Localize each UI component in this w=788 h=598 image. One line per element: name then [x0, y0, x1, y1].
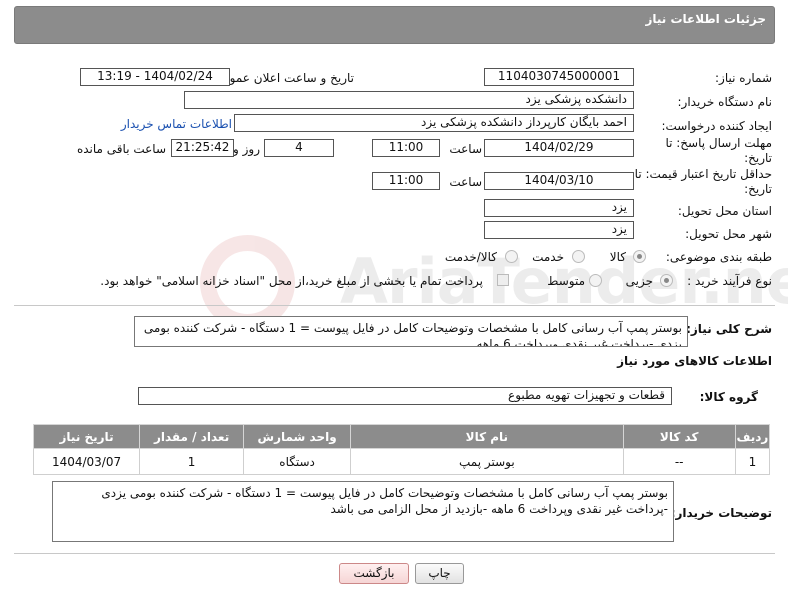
- description-label: شرح کلی نیاز:: [686, 322, 772, 336]
- price-validity-label: حداقل تاریخ اعتبار قیمت: تا تاریخ:: [634, 167, 772, 196]
- deadline-label: مهلت ارسال پاسخ: تا تاریخ:: [665, 136, 772, 165]
- price-time-field: 11:00: [372, 172, 440, 190]
- process-option-minor: جزیی: [625, 274, 653, 288]
- deadline-time-field: 11:00: [372, 139, 440, 157]
- cell-unit: دستگاه: [243, 448, 352, 475]
- buyer-org-field: دانشکده پزشکی یزد: [184, 91, 634, 109]
- category-option-goods: کالا: [609, 250, 626, 264]
- col-unit-header: واحد شمارش: [243, 424, 352, 449]
- cell-code: --: [622, 448, 736, 475]
- process-radio-medium[interactable]: [589, 274, 602, 287]
- process-label: نوع فرآیند خرید :: [687, 274, 772, 288]
- remaining-time-label: ساعت باقی مانده: [76, 142, 166, 156]
- province-label: استان محل تحویل:: [677, 204, 772, 218]
- announce-label: تاریخ و ساعت اعلان عمومی:: [209, 71, 354, 85]
- category-option-both: کالا/خدمت: [444, 250, 497, 264]
- col-date-header: تاریخ نیاز: [32, 424, 141, 449]
- city-field: یزد: [484, 221, 634, 239]
- divider: [14, 553, 775, 554]
- days-label: روز و: [233, 142, 260, 156]
- col-row-header: ردیف: [734, 424, 771, 449]
- province-field: یزد: [484, 199, 634, 217]
- back-button[interactable]: بازگشت: [339, 563, 409, 584]
- category-radio-service[interactable]: [572, 250, 585, 263]
- process-option-medium: متوسط: [547, 274, 585, 288]
- requester-label: ایجاد کننده درخواست:: [661, 119, 772, 133]
- announce-field: 1404/02/24 - 13:19: [80, 68, 230, 86]
- payment-note: پرداخت تمام یا بخشی از مبلغ خرید،از محل …: [100, 274, 483, 288]
- deadline-time-label: ساعت: [449, 142, 482, 156]
- goods-table: ردیف کد کالا نام کالا واحد شمارش تعداد /…: [32, 424, 771, 475]
- category-label: طبقه بندی موضوعی:: [665, 250, 772, 264]
- col-name-header: نام کالا: [350, 424, 624, 449]
- cell-date: 1404/03/07: [32, 448, 141, 475]
- city-label: شهر محل تحویل:: [685, 227, 772, 241]
- goods-group-field: قطعات و تجهیزات تهویه مطبوع: [138, 387, 672, 405]
- days-remaining-field: 4: [264, 139, 334, 157]
- table-row: 1 -- بوستر پمپ دستگاه 1 1404/03/07: [32, 448, 771, 475]
- page-title: جزئیات اطلاعات نیاز: [645, 12, 766, 26]
- category-option-service: خدمت: [532, 250, 564, 264]
- goods-group-label: گروه کالا:: [699, 390, 758, 404]
- buyer-org-label: نام دستگاه خریدار:: [677, 95, 773, 109]
- col-qty-header: تعداد / مقدار: [139, 424, 245, 449]
- payment-checkbox[interactable]: [497, 274, 509, 286]
- requester-field: احمد بایگان کارپرداز دانشکده پزشکی یزد: [234, 114, 634, 132]
- cell-row: 1: [734, 448, 771, 475]
- goods-section-title: اطلاعات کالاهای مورد نیاز: [617, 354, 772, 368]
- need-number-label: شماره نیاز:: [715, 71, 772, 85]
- description-textarea[interactable]: بوستر پمپ آب رسانی کامل با مشخصات وتوضیح…: [134, 316, 688, 347]
- price-date-field: 1404/03/10: [484, 172, 634, 190]
- divider: [14, 305, 775, 306]
- cell-name: بوستر پمپ: [350, 448, 624, 475]
- buyer-notes-textarea[interactable]: بوستر پمپ آب رسانی کامل با مشخصات وتوضیح…: [52, 481, 674, 542]
- buyer-contact-link[interactable]: اطلاعات تماس خریدار: [121, 117, 232, 131]
- table-header-row: ردیف کد کالا نام کالا واحد شمارش تعداد /…: [32, 424, 771, 449]
- category-radio-goods[interactable]: [633, 250, 646, 263]
- cell-qty: 1: [139, 448, 245, 475]
- print-button[interactable]: چاپ: [415, 563, 464, 584]
- deadline-date-field: 1404/02/29: [484, 139, 634, 157]
- need-number-field: 1104030745000001: [484, 68, 634, 86]
- remaining-time-field: 21:25:42: [171, 139, 234, 157]
- process-radio-minor[interactable]: [660, 274, 673, 287]
- price-time-label: ساعت: [449, 175, 482, 189]
- buyer-notes-label: توضیحات خریدار:: [670, 506, 772, 520]
- category-radio-both[interactable]: [505, 250, 518, 263]
- col-code-header: کد کالا: [622, 424, 736, 449]
